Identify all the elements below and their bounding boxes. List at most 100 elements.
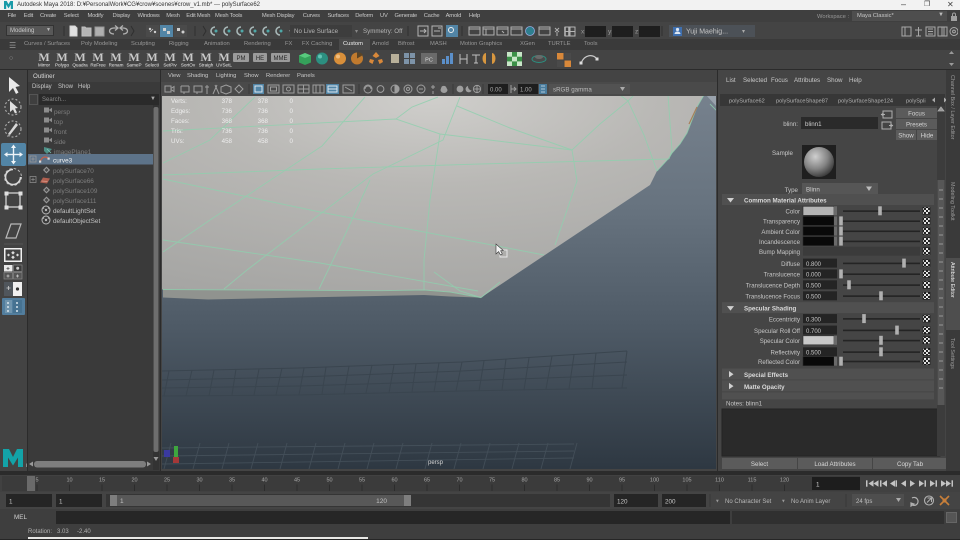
svg-text:0: 0 <box>290 118 294 125</box>
svg-text:24 fps: 24 fps <box>856 499 872 505</box>
svg-text:95: 95 <box>619 478 625 484</box>
svg-text:Common Material Attributes: Common Material Attributes <box>744 198 827 205</box>
svg-text:100: 100 <box>650 478 659 484</box>
svg-text:Color: Color <box>785 209 800 216</box>
svg-text:SetPiv: SetPiv <box>163 63 177 68</box>
svg-text:1: 1 <box>59 499 63 506</box>
svg-text:No Live Surface: No Live Surface <box>294 28 339 35</box>
svg-text:368: 368 <box>222 118 233 125</box>
svg-text:Type: Type <box>785 187 799 194</box>
svg-text:polySurfaceShape124: polySurfaceShape124 <box>838 99 893 105</box>
svg-text:blinn:: blinn: <box>783 121 798 128</box>
svg-text:0.500: 0.500 <box>806 295 822 301</box>
svg-text:No Anim Layer: No Anim Layer <box>791 499 830 505</box>
svg-text:defaultLightSet: defaultLightSet <box>53 208 96 215</box>
svg-text:65: 65 <box>424 478 430 484</box>
svg-text:736: 736 <box>258 108 269 115</box>
svg-text:Specular Color: Specular Color <box>760 338 800 345</box>
svg-text:Diffuse: Diffuse <box>781 261 800 268</box>
svg-text:Special Effects: Special Effects <box>744 372 789 379</box>
svg-text:458: 458 <box>222 138 233 145</box>
svg-text:736: 736 <box>222 108 233 115</box>
svg-text:50: 50 <box>326 478 332 484</box>
svg-text:0.000: 0.000 <box>806 273 822 279</box>
svg-text:Show: Show <box>827 77 843 84</box>
svg-text:Translucence: Translucence <box>764 272 801 279</box>
svg-text:0: 0 <box>290 108 294 115</box>
svg-text:polySurface66: polySurface66 <box>53 178 94 185</box>
svg-text:Faces:: Faces: <box>171 118 190 125</box>
svg-text:75: 75 <box>489 478 495 484</box>
svg-text:Reflectivity: Reflectivity <box>771 350 801 357</box>
svg-text:120: 120 <box>617 499 628 506</box>
svg-text:0.300: 0.300 <box>806 317 822 323</box>
svg-text:Transparency: Transparency <box>763 219 801 226</box>
svg-text:Selected: Selected <box>743 77 768 84</box>
svg-text:curve3: curve3 <box>53 158 73 165</box>
svg-text:side: side <box>54 139 66 146</box>
svg-text:Specular Roll Off: Specular Roll Off <box>754 328 800 335</box>
svg-text:Blinn: Blinn <box>806 187 820 194</box>
svg-text:Symmetry: Off: Symmetry: Off <box>363 28 403 35</box>
svg-text:Quadra: Quadra <box>72 63 88 68</box>
svg-text:polySurface111: polySurface111 <box>53 198 97 205</box>
svg-text:90: 90 <box>586 478 592 484</box>
svg-text:Show: Show <box>898 133 914 140</box>
svg-text:HE: HE <box>256 56 264 62</box>
svg-text:15: 15 <box>99 478 105 484</box>
svg-text:Sample: Sample <box>772 150 794 157</box>
svg-text:368: 368 <box>258 118 269 125</box>
svg-text:SelectI: SelectI <box>145 63 159 68</box>
svg-text:Ambient Color: Ambient Color <box>761 229 800 236</box>
svg-text:Select: Select <box>751 461 768 468</box>
svg-text:55: 55 <box>359 478 365 484</box>
svg-text:200: 200 <box>665 499 676 506</box>
svg-text:70: 70 <box>456 478 462 484</box>
svg-text:▾: ▾ <box>742 29 745 35</box>
svg-text:Load Attributes: Load Attributes <box>814 461 855 468</box>
svg-text:List: List <box>726 77 736 84</box>
svg-text:UVSetL: UVSetL <box>216 63 232 68</box>
svg-text:5: 5 <box>35 478 38 484</box>
svg-text:Attributes: Attributes <box>794 77 820 84</box>
svg-text:120: 120 <box>376 498 387 505</box>
svg-text:0: 0 <box>290 138 294 145</box>
svg-text:MME: MME <box>274 56 288 62</box>
svg-text:Specular Shading: Specular Shading <box>744 306 796 313</box>
svg-text:110: 110 <box>715 478 724 484</box>
svg-text:0.800: 0.800 <box>806 262 822 268</box>
svg-text:sRGB gamma: sRGB gamma <box>553 87 592 94</box>
svg-text:SortOv: SortOv <box>181 63 196 68</box>
svg-text:defaultObjectSet: defaultObjectSet <box>53 218 100 225</box>
svg-text:Incandescence: Incandescence <box>759 239 801 246</box>
svg-text:35: 35 <box>229 478 235 484</box>
svg-text:No Character Set: No Character Set <box>725 499 772 505</box>
svg-text:polySpli: polySpli <box>906 99 926 105</box>
svg-text:SameP: SameP <box>126 63 141 68</box>
svg-text:20: 20 <box>131 478 137 484</box>
svg-text:736: 736 <box>222 128 233 135</box>
svg-text:Matte Opacity: Matte Opacity <box>744 384 785 391</box>
svg-text:imagePlane1: imagePlane1 <box>54 149 92 156</box>
svg-text:Bump Mapping: Bump Mapping <box>759 249 800 256</box>
svg-text:115: 115 <box>748 478 757 484</box>
svg-text:Help: Help <box>849 77 862 84</box>
svg-text:Reflected Color: Reflected Color <box>758 359 800 366</box>
svg-text:persp: persp <box>54 109 70 116</box>
svg-text:UVs:: UVs: <box>171 138 185 145</box>
svg-text:1.00: 1.00 <box>520 88 532 94</box>
svg-text:1: 1 <box>816 482 820 489</box>
svg-text:Hide: Hide <box>921 133 934 140</box>
svg-text:persp: persp <box>428 460 444 466</box>
svg-text:0.00: 0.00 <box>490 88 502 94</box>
svg-text:polySurface62: polySurface62 <box>729 99 765 105</box>
svg-text:25: 25 <box>164 478 170 484</box>
svg-text:Renam: Renam <box>109 63 124 68</box>
svg-text:Mirror: Mirror <box>38 63 50 68</box>
svg-text:30: 30 <box>196 478 202 484</box>
svg-text:Edges:: Edges: <box>171 108 191 115</box>
svg-text:Focus: Focus <box>771 77 788 84</box>
svg-text:▾: ▾ <box>355 29 358 35</box>
svg-text:front: front <box>54 129 67 136</box>
svg-text:Notes: blinn1: Notes: blinn1 <box>726 401 763 408</box>
